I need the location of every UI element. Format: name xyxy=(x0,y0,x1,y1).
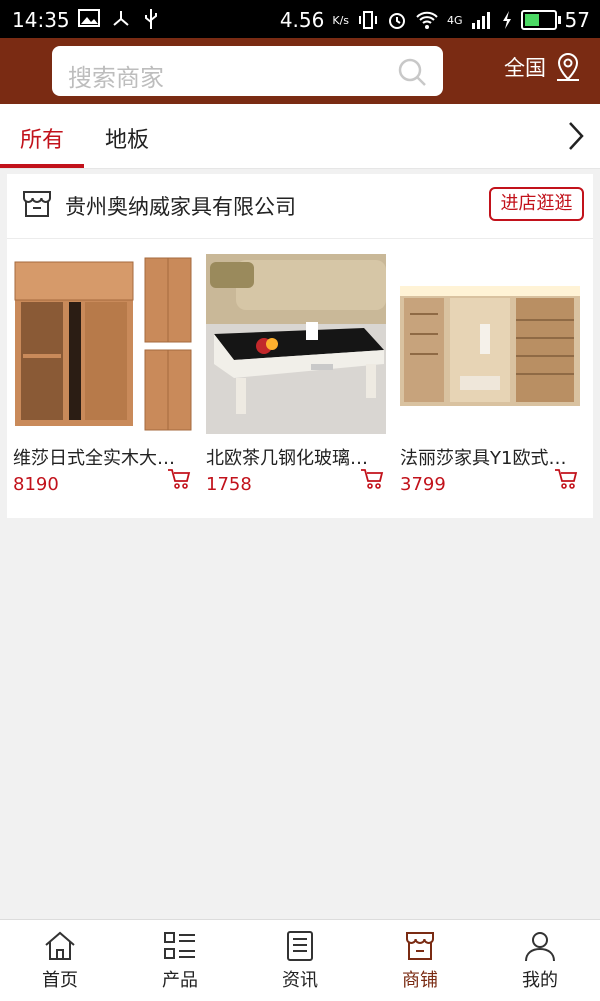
product-card[interactable]: 维莎日式全实木大衣柜 8190 xyxy=(13,254,193,495)
shop-header: 贵州奥纳威家具有限公司 进店逛逛 xyxy=(7,174,593,239)
vibrate-icon xyxy=(359,11,378,29)
network-type: 4G xyxy=(447,13,463,27)
nav-mine[interactable]: 我的 xyxy=(480,920,600,1001)
battery-percent: 57 xyxy=(564,8,590,32)
add-to-cart-icon[interactable] xyxy=(554,468,578,490)
status-left-icons xyxy=(78,8,160,30)
wifi-icon xyxy=(416,11,438,29)
nav-home[interactable]: 首页 xyxy=(0,920,120,1001)
product-title[interactable]: 北欧茶几钢化玻璃茶几 xyxy=(206,444,384,470)
status-time: 14:35 xyxy=(12,8,70,32)
region-selector[interactable]: 全国 xyxy=(504,52,582,82)
battery-icon xyxy=(520,10,561,30)
chevron-right-icon[interactable] xyxy=(566,120,586,152)
tab-all[interactable]: 所有 xyxy=(20,122,64,154)
product-title[interactable]: 维莎日式全实木大衣柜 xyxy=(13,444,191,470)
shop-name[interactable]: 贵州奥纳威家具有限公司 xyxy=(65,191,296,221)
charging-icon xyxy=(502,11,511,29)
nav-stores-label: 商铺 xyxy=(402,970,438,991)
product-price: 1758 xyxy=(206,474,252,495)
location-pin-icon xyxy=(557,52,579,81)
product-title[interactable]: 法丽莎家具Y1欧式衣帽间 xyxy=(400,444,578,470)
store-icon xyxy=(23,191,51,217)
visit-shop-button[interactable]: 进店逛逛 xyxy=(489,187,584,221)
user-icon xyxy=(525,932,555,962)
add-to-cart-icon[interactable] xyxy=(167,468,191,490)
speed-value: 4.56 xyxy=(279,8,325,32)
signal-icon xyxy=(471,12,490,29)
image-icon xyxy=(78,9,100,27)
nav-products[interactable]: 产品 xyxy=(120,920,240,1001)
share-icon xyxy=(113,11,129,26)
product-image-wardrobe[interactable] xyxy=(13,254,193,434)
region-label: 全国 xyxy=(504,56,546,80)
app-header: 搜索商家 全国 xyxy=(0,38,600,104)
search-placeholder: 搜索商家 xyxy=(68,64,164,92)
nav-stores[interactable]: 商铺 xyxy=(360,920,480,1001)
nav-news-label: 资讯 xyxy=(282,970,318,991)
product-image-coffee-table[interactable] xyxy=(206,254,386,434)
alarm-icon xyxy=(389,13,406,29)
product-card[interactable]: 北欧茶几钢化玻璃茶几 1758 xyxy=(206,254,386,495)
nav-products-label: 产品 xyxy=(162,970,198,991)
active-tab-indicator xyxy=(0,164,84,168)
usb-icon xyxy=(145,9,157,29)
tab-flooring[interactable]: 地板 xyxy=(105,122,149,154)
speed-unit: K/s xyxy=(332,13,350,27)
search-input[interactable]: 搜索商家 xyxy=(52,46,443,96)
category-tabs: 所有 地板 xyxy=(0,104,600,169)
product-card[interactable]: 法丽莎家具Y1欧式衣帽间 3799 xyxy=(400,254,580,495)
bottom-navigation: 首页 产品 资讯 商铺 我的 xyxy=(0,919,600,1001)
search-icon[interactable] xyxy=(397,57,427,87)
nav-home-label: 首页 xyxy=(42,970,78,991)
status-bar: 14:35 4.56 K/s 4G 57 xyxy=(0,0,600,38)
battery-fill xyxy=(524,14,539,26)
home-icon xyxy=(45,931,75,960)
add-to-cart-icon[interactable] xyxy=(360,468,384,490)
nav-mine-label: 我的 xyxy=(522,970,558,991)
shop-card[interactable]: 贵州奥纳威家具有限公司 进店逛逛 维莎日式全实木大衣柜 8190 北欧茶几钢化玻… xyxy=(7,174,593,518)
product-price: 8190 xyxy=(13,474,59,495)
product-image-walk-in-closet[interactable] xyxy=(400,254,580,434)
grid-list-icon xyxy=(164,932,195,959)
news-icon xyxy=(287,931,313,961)
status-right: 4.56 K/s 4G 57 xyxy=(280,8,590,32)
product-price: 3799 xyxy=(400,474,446,495)
nav-news[interactable]: 资讯 xyxy=(240,920,360,1001)
store-icon xyxy=(406,932,434,960)
